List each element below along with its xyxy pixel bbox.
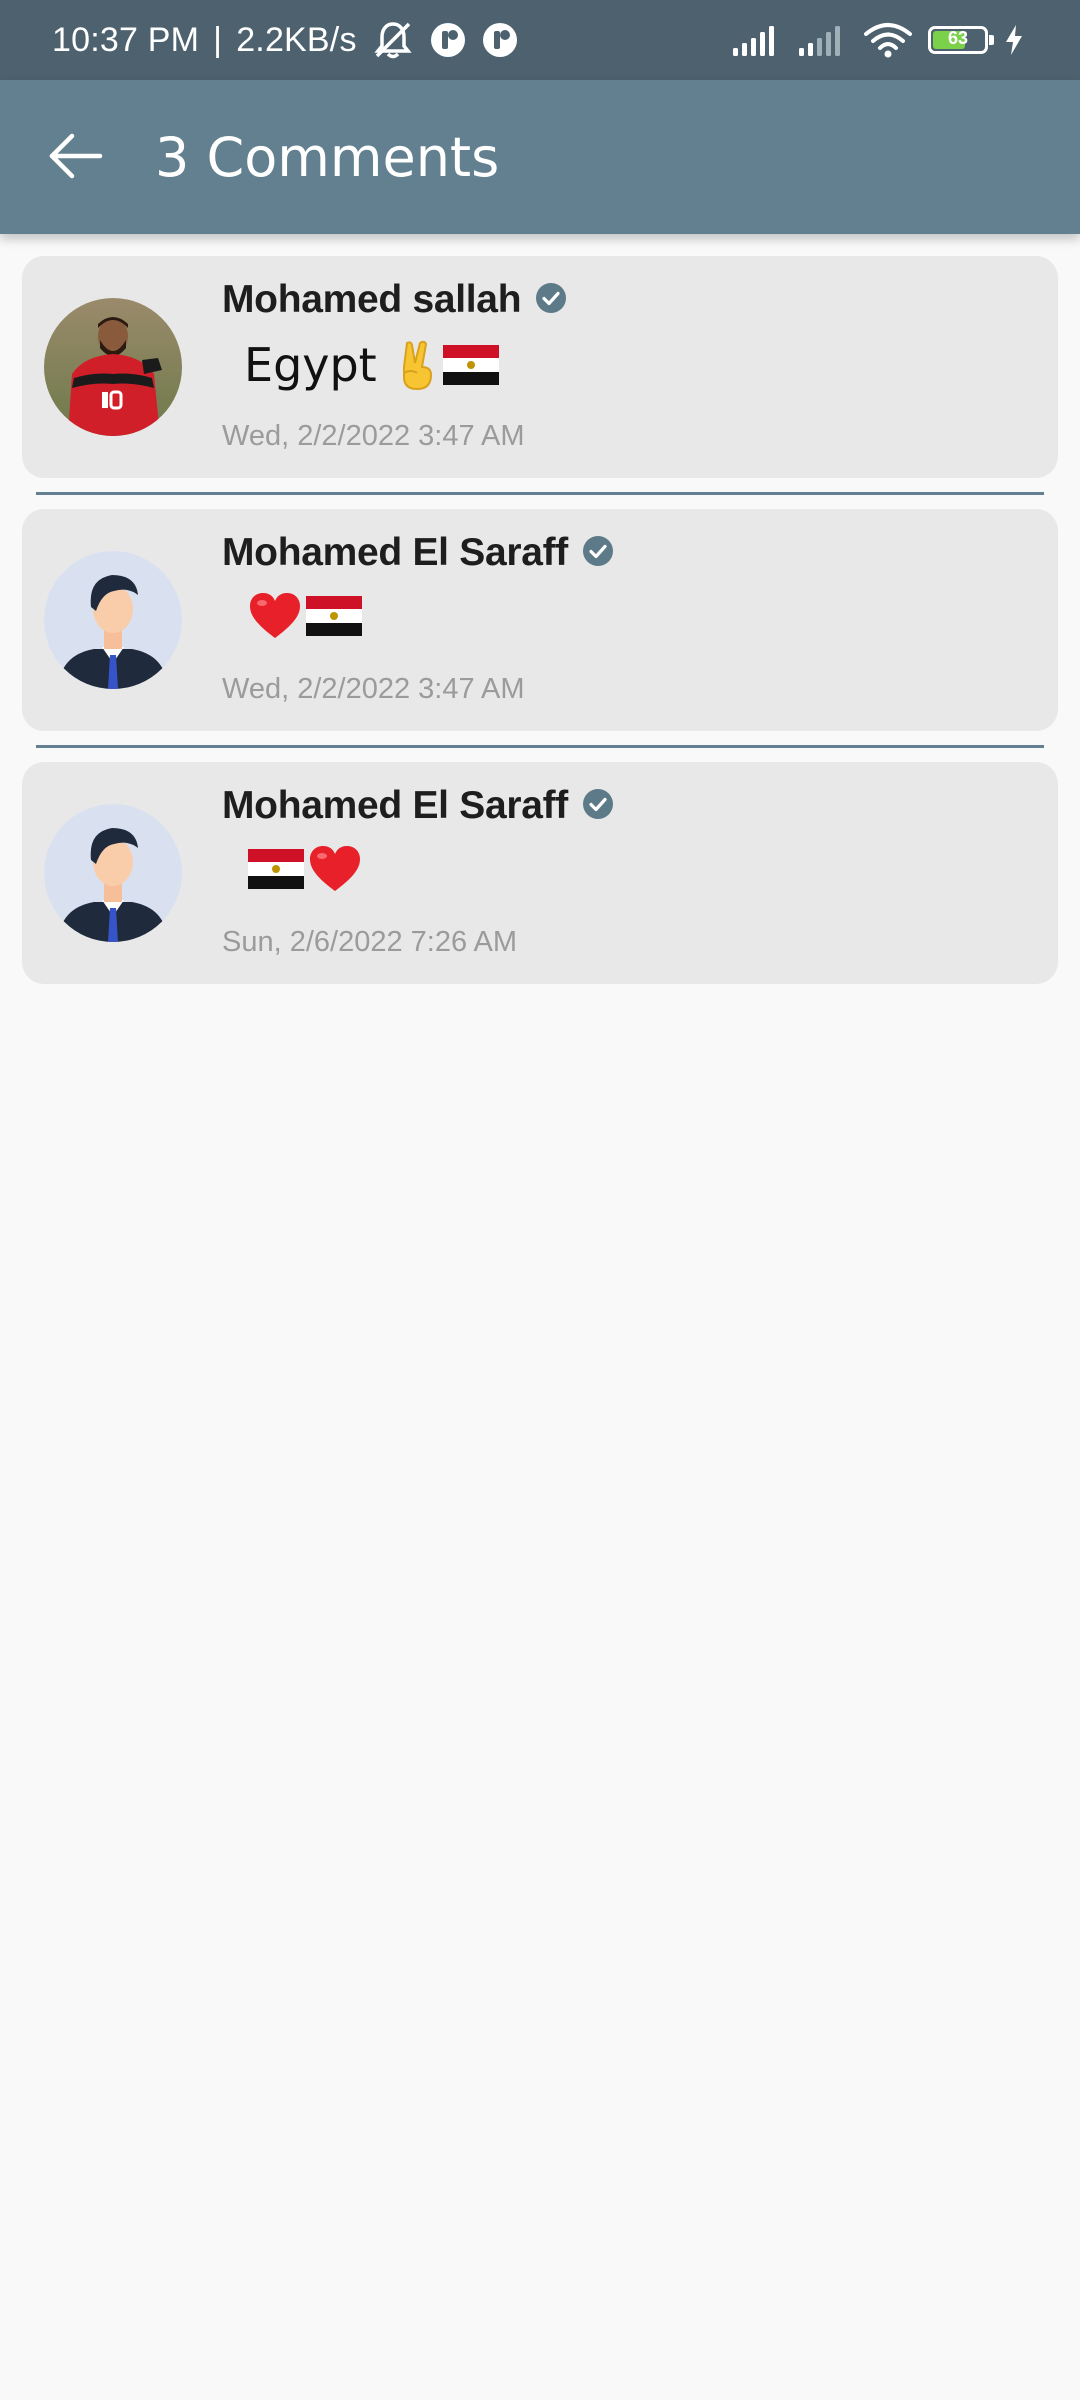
wifi-icon: [864, 22, 912, 58]
red-heart-icon: [308, 844, 362, 894]
avatar[interactable]: [44, 804, 182, 942]
comment-timestamp: Wed, 2/2/2022 3:47 AM: [222, 673, 525, 705]
status-bar: 10:37 PM | 2.2KB/s 63: [0, 0, 1080, 80]
egypt-flag-icon: [248, 847, 304, 891]
app-notification-icon: [429, 21, 467, 59]
author-row: Mohamed El Saraff: [222, 531, 614, 575]
page-title: 3 Comments: [155, 125, 500, 189]
arrow-left-icon: [48, 132, 104, 184]
divider: [36, 492, 1044, 495]
battery-level: 63: [947, 28, 969, 48]
comment-body: Egypt: [244, 338, 377, 392]
verified-badge-icon: [582, 788, 614, 824]
status-separator: |: [213, 20, 223, 59]
author-row: Mohamed sallah: [222, 278, 567, 322]
comment-text: [244, 844, 362, 894]
battery-icon: 63: [928, 26, 994, 54]
comment-timestamp: Sun, 2/6/2022 7:26 AM: [222, 926, 518, 958]
verified-badge-icon: [582, 535, 614, 571]
bell-muted-icon: [371, 20, 415, 60]
comment-card[interactable]: Mohamed El Saraff: [22, 762, 1058, 984]
network-speed: 2.2KB/s: [236, 20, 357, 59]
battery-tip: [989, 35, 994, 45]
author-name[interactable]: Mohamed El Saraff: [222, 784, 568, 828]
signal-icon: [732, 24, 782, 56]
comment-timestamp: Wed, 2/2/2022 3:47 AM: [222, 420, 525, 452]
comment-text: [244, 591, 362, 641]
egypt-flag-icon: [306, 594, 362, 638]
signal-icon: [798, 24, 848, 56]
egypt-flag-icon: [442, 343, 499, 387]
status-right: 63: [732, 0, 1024, 80]
back-button[interactable]: [34, 120, 118, 196]
status-left: 10:37 PM | 2.2KB/s: [52, 0, 519, 80]
verified-badge-icon: [535, 282, 567, 318]
app-notification-icon: [481, 21, 519, 59]
app-bar: 3 Comments: [0, 80, 1080, 234]
divider: [36, 745, 1044, 748]
comment-card[interactable]: Mohamed El Saraff: [22, 509, 1058, 731]
comment-text: Egypt: [244, 338, 499, 392]
red-heart-icon: [248, 591, 302, 641]
author-row: Mohamed El Saraff: [222, 784, 614, 828]
author-name[interactable]: Mohamed sallah: [222, 278, 522, 322]
author-name[interactable]: Mohamed El Saraff: [222, 531, 568, 575]
charging-icon: [1004, 24, 1024, 56]
avatar[interactable]: [44, 551, 182, 689]
status-time: 10:37 PM: [52, 20, 200, 59]
victory-hand-icon: [395, 339, 439, 391]
comment-card[interactable]: Mohamed sallah Egypt Wed, 2/2/2022 3:47 …: [22, 256, 1058, 478]
avatar[interactable]: [44, 298, 182, 436]
